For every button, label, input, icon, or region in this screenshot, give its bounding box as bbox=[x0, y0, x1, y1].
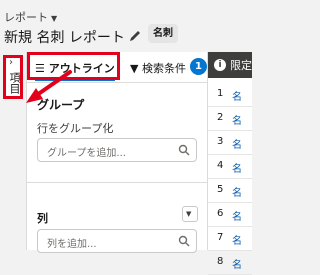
preview-notice: i 限定 bbox=[208, 52, 252, 78]
columns-search-input[interactable]: 列を追加... bbox=[37, 229, 197, 253]
row-cell[interactable]: 名 bbox=[232, 208, 242, 223]
filter-icon: ▼ bbox=[130, 62, 139, 75]
panel-tabs: ☰ アウトライン ▼ 検索条件 1 bbox=[27, 52, 207, 83]
caret-down-icon: ▼ bbox=[51, 14, 58, 23]
preview-row: 8名 bbox=[208, 250, 252, 275]
search-icon bbox=[178, 144, 190, 156]
row-cell[interactable]: 名 bbox=[232, 184, 242, 199]
report-type-menu[interactable]: レポート ▼ bbox=[4, 9, 57, 25]
section-divider bbox=[27, 182, 207, 183]
pencil-icon[interactable] bbox=[128, 29, 142, 43]
preview-row: 5名 bbox=[208, 178, 252, 203]
columns-menu-button[interactable]: ▼ bbox=[182, 206, 198, 222]
preview-row: 2名 bbox=[208, 106, 252, 131]
preview-row: 6名 bbox=[208, 202, 252, 227]
row-number: 3 bbox=[217, 136, 224, 147]
report-title: 新規 名刺 レポート bbox=[4, 30, 125, 46]
row-number: 6 bbox=[217, 208, 224, 219]
row-cell[interactable]: 名 bbox=[232, 256, 242, 271]
preview-row: 3名 bbox=[208, 130, 252, 155]
columns-section-title: 列 bbox=[37, 212, 48, 225]
row-cell[interactable]: 名 bbox=[232, 136, 242, 151]
row-number: 2 bbox=[217, 112, 224, 123]
chevron-right-icon: › bbox=[9, 57, 13, 68]
tab-outline-highlight bbox=[27, 52, 120, 80]
preview-row: 4名 bbox=[208, 154, 252, 179]
row-cell[interactable]: 名 bbox=[232, 232, 242, 247]
tab-filters[interactable]: ▼ 検索条件 bbox=[130, 60, 186, 76]
outline-panel: ☰ アウトライン ▼ 検索条件 1 グループ 行をグループ化 グループを追加..… bbox=[27, 52, 208, 253]
chevron-down-icon: ▼ bbox=[186, 210, 192, 218]
row-number: 7 bbox=[217, 232, 224, 243]
columns-search-placeholder: 列を追加... bbox=[47, 239, 97, 250]
report-type-label: レポート bbox=[4, 11, 48, 24]
preview-row: 1名 bbox=[208, 82, 252, 107]
report-preview: i 限定 1名2名3名4名5名6名7名8名 bbox=[208, 52, 252, 275]
search-icon bbox=[178, 235, 190, 247]
report-type-badge: 名刺 bbox=[148, 24, 178, 43]
group-search-placeholder: グループを追加... bbox=[47, 148, 126, 159]
preview-row: 7名 bbox=[208, 226, 252, 251]
row-number: 4 bbox=[217, 160, 224, 171]
group-rows-label: 行をグループ化 bbox=[37, 122, 114, 135]
preview-notice-text: 限定 bbox=[230, 59, 252, 72]
group-section-title: グループ bbox=[37, 98, 85, 112]
row-number: 8 bbox=[217, 256, 224, 267]
fields-rail-label: 項目 bbox=[8, 72, 21, 94]
filters-count-badge: 1 bbox=[190, 58, 207, 75]
row-number: 1 bbox=[217, 88, 224, 99]
info-icon: i bbox=[214, 59, 226, 71]
report-header: レポート ▼ 新規 名刺 レポート 名刺 bbox=[0, 0, 252, 52]
row-cell[interactable]: 名 bbox=[232, 88, 242, 103]
row-cell[interactable]: 名 bbox=[232, 160, 242, 175]
row-number: 5 bbox=[217, 184, 224, 195]
tab-filters-label: 検索条件 bbox=[141, 62, 186, 75]
group-search-input[interactable]: グループを追加... bbox=[37, 138, 197, 162]
row-cell[interactable]: 名 bbox=[232, 112, 242, 127]
